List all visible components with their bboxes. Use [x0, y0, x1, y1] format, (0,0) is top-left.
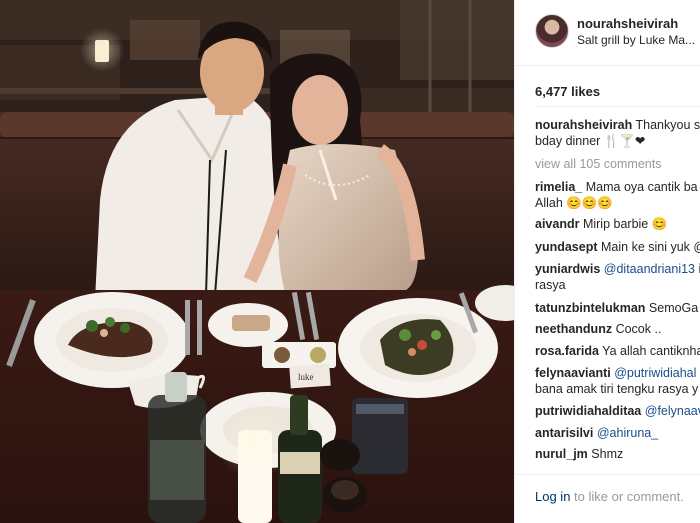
location-link[interactable]: Salt grill by Luke Ma... [577, 33, 695, 47]
comment-item: neethandunz Cocok .. [535, 321, 661, 337]
username-link[interactable]: nourahsheivirah [577, 16, 678, 31]
post-header: nourahsheivirah Salt grill by Luke Ma... [515, 0, 700, 66]
login-link[interactable]: Log in [535, 489, 570, 504]
caption: nourahsheivirah Thankyou s [535, 117, 700, 133]
comment-username[interactable]: aivandr [535, 217, 579, 231]
likes-count[interactable]: 6,477 likes [535, 84, 600, 99]
comment-text: Main ke sini yuk @ [601, 240, 700, 254]
comment-username[interactable]: rimelia_ [535, 180, 582, 194]
comment-username[interactable]: felynaavianti [535, 366, 611, 380]
instagram-post: luke nourahsheivirah Salt grill by Luke … [0, 0, 700, 523]
comment-text: Cocok .. [615, 322, 662, 336]
comment-text: Mama oya cantik ba [585, 180, 698, 194]
comment-username[interactable]: antarisilvi [535, 426, 593, 440]
login-prompt-text: to like or comment. [570, 489, 684, 504]
caption-line-2: bday dinner 🍴🍸❤ [535, 134, 646, 148]
comment-mention[interactable]: @felynaav [645, 404, 700, 418]
comment-text-line-2: rasya [535, 278, 566, 292]
login-prompt: Log in to like or comment. [535, 489, 684, 504]
comment-text-line-2: bana amak tiri tengku rasya y [535, 382, 699, 396]
comment-item: rosa.farida Ya allah cantiknha [535, 343, 700, 359]
caption-username[interactable]: nourahsheivirah [535, 118, 632, 132]
comment-username[interactable]: neethandunz [535, 322, 612, 336]
comment-username[interactable]: tatunzbintelukman [535, 301, 645, 315]
caption-text: Thankyou s [635, 118, 700, 132]
comment-text: Shmz [591, 447, 624, 461]
comment-username[interactable]: nurul_jm [535, 447, 588, 461]
post-footer: Log in to like or comment. [515, 474, 700, 523]
comment-mention[interactable]: @putriwidiahal [614, 366, 696, 380]
comment-item: aivandr Mirip barbie 😊 [535, 216, 667, 232]
comment-mention[interactable]: @ahiruna_ [597, 426, 658, 440]
comment-item: rimelia_ Mama oya cantik ba [535, 179, 698, 195]
comment-username[interactable]: yundasept [535, 240, 598, 254]
comment-username[interactable]: putriwidiahalditaa [535, 404, 641, 418]
comment-text: Mirip barbie 😊 [582, 217, 668, 231]
comment-item: felynaavianti @putriwidiahal [535, 365, 696, 381]
comment-username[interactable]: yuniardwis [535, 262, 600, 276]
comment-item: putriwidiahalditaa @felynaav [535, 403, 700, 419]
view-all-comments-link[interactable]: view all 105 comments [535, 156, 661, 172]
menu-logo-text: luke [298, 372, 314, 382]
comment-text: SemoGa [648, 301, 699, 315]
post-photo[interactable]: luke [0, 0, 514, 523]
comment-text: Ya allah cantiknha [602, 344, 700, 358]
comment-item: tatunzbintelukman SemoGa [535, 300, 698, 316]
comment-mention[interactable]: @ditaandriani13 [604, 262, 695, 276]
divider [535, 106, 700, 107]
restaurant-photo-illustration: luke [0, 0, 514, 523]
post-sidebar: nourahsheivirah Salt grill by Luke Ma...… [514, 0, 700, 523]
avatar[interactable] [535, 14, 569, 48]
comment-item: yuniardwis @ditaandriani13 il [535, 261, 700, 277]
comment-item: yundasept Main ke sini yuk @ [535, 239, 700, 255]
comment-text: il [695, 262, 700, 276]
comment-username[interactable]: rosa.farida [535, 344, 599, 358]
comment-text-line-2: Allah 😊😊😊 [535, 196, 613, 210]
comment-item: nurul_jm Shmz [535, 446, 623, 462]
comment-item: antarisilvi @ahiruna_ [535, 425, 658, 441]
